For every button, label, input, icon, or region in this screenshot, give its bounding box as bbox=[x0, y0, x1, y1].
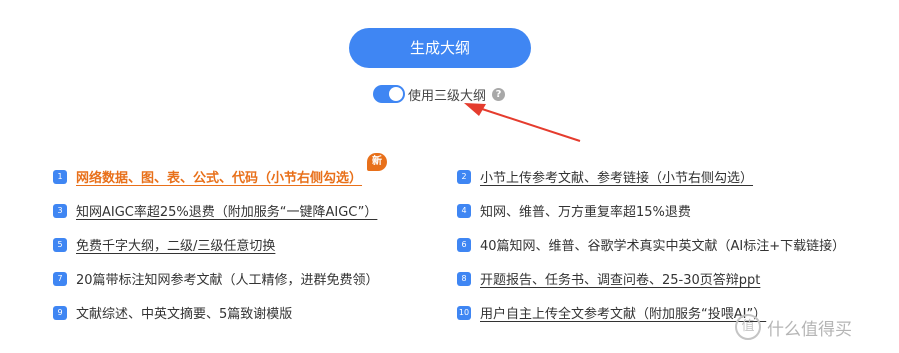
item-number: 4 bbox=[457, 203, 471, 218]
item-number: 1 bbox=[53, 169, 67, 184]
new-badge: 新 bbox=[367, 153, 387, 171]
item-number: 8 bbox=[457, 271, 471, 286]
item-text: 20篇带标注知网参考文献（人工精修，进群免费领） bbox=[76, 273, 379, 288]
watermark: 值 什么值得买 bbox=[735, 314, 852, 340]
item-text: 网络数据、图、表、公式、代码（小节右侧勾选） bbox=[76, 171, 363, 186]
item-text: 小节上传参考文献、参考链接（小节右侧勾选） bbox=[480, 171, 754, 186]
watermark-logo-icon: 值 bbox=[735, 314, 761, 340]
feature-item-8[interactable]: 8 开题报告、任务书、调查问卷、25-30页答辩ppt bbox=[457, 269, 760, 288]
feature-item-5[interactable]: 5 免费千字大纲，二级/三级任意切换 bbox=[53, 235, 275, 254]
feature-item-1[interactable]: 1 网络数据、图、表、公式、代码（小节右侧勾选） bbox=[53, 167, 362, 186]
item-text: 用户自主上传全文参考文献（附加服务“投喂AI”） bbox=[480, 307, 767, 322]
item-number: 3 bbox=[53, 203, 67, 218]
feature-item-6: 6 40篇知网、维普、谷歌学术真实中英文献（AI标注+下载链接） bbox=[457, 235, 845, 254]
feature-item-10[interactable]: 10 用户自主上传全文参考文献（附加服务“投喂AI”） bbox=[457, 303, 766, 322]
feature-item-9: 9 文献综述、中英文摘要、5篇致谢模版 bbox=[53, 303, 292, 322]
item-number: 7 bbox=[53, 271, 67, 286]
item-text: 知网AIGC率超25%退费（附加服务“一键降AIGC”） bbox=[76, 205, 378, 220]
item-text: 开题报告、任务书、调查问卷、25-30页答辩ppt bbox=[480, 273, 761, 288]
feature-item-2[interactable]: 2 小节上传参考文献、参考链接（小节右侧勾选） bbox=[457, 167, 753, 186]
feature-item-4: 4 知网、维普、万方重复率超15%退费 bbox=[457, 201, 691, 220]
watermark-text: 什么值得买 bbox=[767, 319, 852, 340]
item-number: 9 bbox=[53, 305, 67, 320]
item-text: 知网、维普、万方重复率超15%退费 bbox=[480, 205, 691, 220]
item-text: 免费千字大纲，二级/三级任意切换 bbox=[76, 239, 276, 254]
item-text: 文献综述、中英文摘要、5篇致谢模版 bbox=[76, 307, 293, 322]
item-number: 10 bbox=[457, 305, 471, 320]
item-number: 5 bbox=[53, 237, 67, 252]
item-number: 6 bbox=[457, 237, 471, 252]
feature-item-3[interactable]: 3 知网AIGC率超25%退费（附加服务“一键降AIGC”） bbox=[53, 201, 377, 220]
item-text: 40篇知网、维普、谷歌学术真实中英文献（AI标注+下载链接） bbox=[480, 239, 846, 254]
feature-item-7: 7 20篇带标注知网参考文献（人工精修，进群免费领） bbox=[53, 269, 379, 288]
item-number: 2 bbox=[457, 169, 471, 184]
